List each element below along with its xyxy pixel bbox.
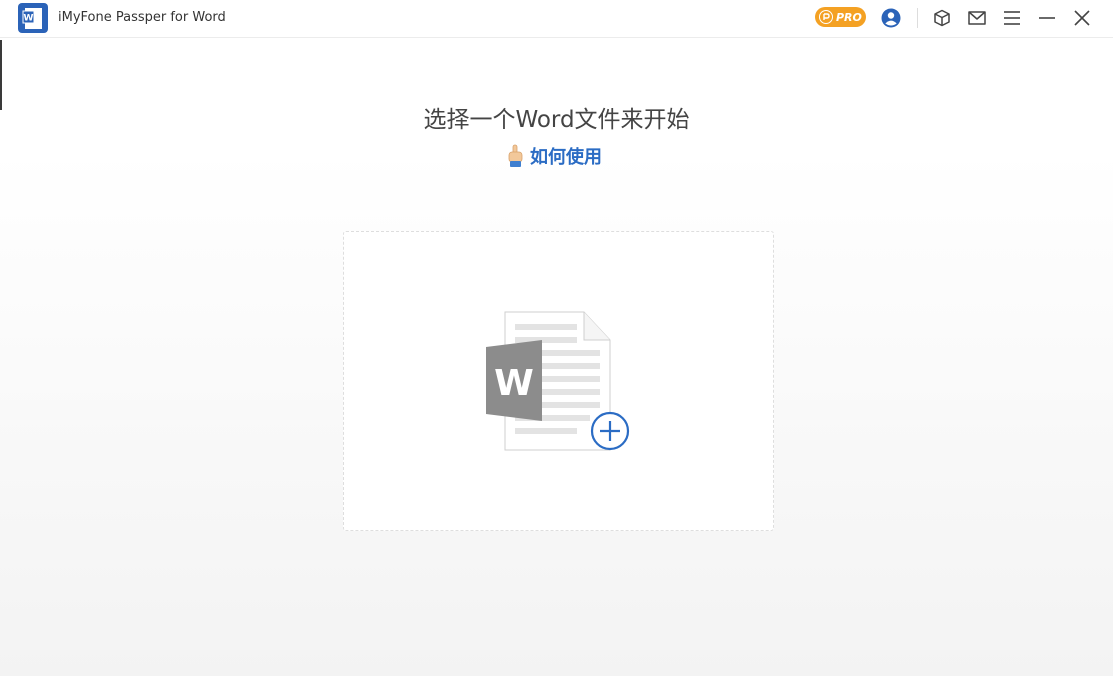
file-drop-zone[interactable]: W: [343, 231, 774, 531]
titlebar-divider: [917, 8, 918, 28]
app-logo-letter: W: [24, 14, 34, 24]
close-icon[interactable]: [1071, 7, 1093, 29]
menu-icon[interactable]: [1001, 7, 1023, 29]
pro-label: PRO: [836, 10, 862, 24]
app-window: W iMyFone Passper for Word PRO 选择一个Word文…: [0, 0, 1113, 676]
app-title: iMyFone Passper for Word: [58, 10, 226, 25]
pointing-hand-icon: [508, 144, 523, 167]
minimize-icon[interactable]: [1036, 7, 1058, 29]
mail-icon[interactable]: [966, 7, 988, 29]
page-title: 选择一个Word文件来开始: [423, 107, 690, 133]
how-to-use-link[interactable]: 如何使用: [506, 143, 602, 169]
word-letter: W: [494, 363, 534, 404]
title-bar[interactable]: W iMyFone Passper for Word PRO: [0, 0, 1113, 38]
pro-upgrade-button[interactable]: PRO: [815, 7, 866, 27]
how-to-use-label: 如何使用: [530, 147, 602, 168]
pro-badge-icon: [819, 10, 833, 24]
cube-icon[interactable]: [931, 7, 953, 29]
add-word-file-icon[interactable]: W: [484, 310, 634, 460]
app-logo-icon: W: [18, 3, 48, 33]
account-icon[interactable]: [880, 7, 902, 29]
